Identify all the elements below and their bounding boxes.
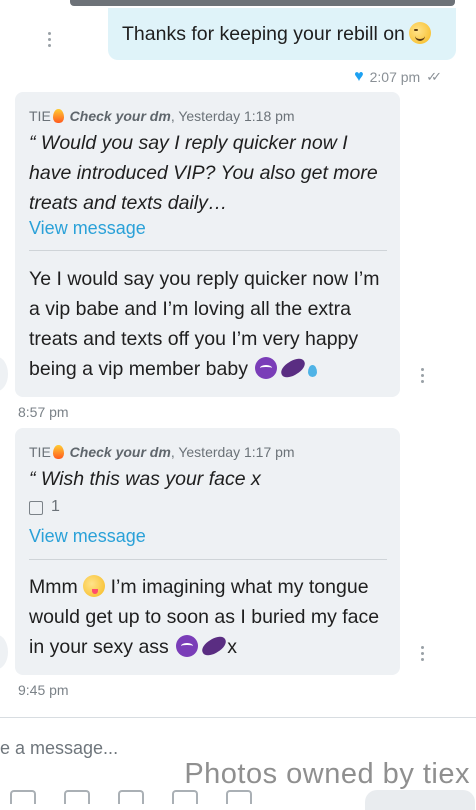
quote-header: TIE Check your dm, Yesterday 1:18 pm: [29, 108, 295, 124]
composer-toolbar: [10, 790, 252, 804]
eggplant-emoji-icon: [199, 633, 229, 659]
sweat-drops-emoji-icon: [308, 365, 318, 377]
more-tool-icon[interactable]: [226, 790, 252, 804]
quote-header: TIE Check your dm, Yesterday 1:17 pm: [29, 444, 295, 460]
reply-text-block: Ye I would say you reply quicker now I’m…: [29, 264, 394, 384]
image-icon: [29, 501, 43, 515]
reply-text-end: x: [227, 636, 237, 658]
quote-tag: Check your dm: [69, 444, 171, 460]
quote-author: TIE: [29, 444, 51, 460]
smiling-devil-emoji-icon: [255, 357, 278, 379]
double-check-icon: ✓✓: [426, 69, 442, 84]
message-options-icon[interactable]: [419, 646, 425, 661]
message-input[interactable]: [0, 736, 476, 760]
eggplant-emoji-icon: [278, 355, 309, 381]
sent-message-options-icon[interactable]: [46, 32, 52, 47]
heart-icon[interactable]: ♥: [354, 68, 364, 86]
divider: [29, 250, 387, 251]
quote-tag: Check your dm: [69, 108, 171, 124]
yum-emoji-icon: [83, 575, 106, 597]
wink-emoji-icon: [408, 22, 431, 44]
sent-message-text-row: Thanks for keeping your rebill on: [122, 22, 431, 46]
divider: [29, 559, 387, 560]
quote-time: , Yesterday 1:17 pm: [170, 444, 295, 460]
quote-time: , Yesterday 1:18 pm: [170, 108, 295, 124]
fire-emoji-icon: [52, 109, 64, 123]
quote-author: TIE: [29, 108, 51, 124]
reply-text: Ye I would say you reply quicker now I’m…: [29, 268, 380, 380]
send-button[interactable]: [365, 790, 475, 810]
view-message-link[interactable]: View message: [29, 526, 146, 547]
message-options-icon[interactable]: [419, 368, 425, 383]
reply-text-block: Mmm I’m imagining what my tongue would g…: [29, 572, 394, 662]
smiling-devil-emoji-icon: [176, 635, 199, 657]
sent-message-text: Thanks for keeping your rebill on: [122, 23, 405, 45]
reply-text-start: Mmm: [29, 576, 78, 598]
media-count: 1: [51, 498, 60, 515]
fire-emoji-icon: [52, 445, 64, 459]
watermark: Photos owned by tiex: [184, 758, 470, 790]
view-message-link[interactable]: View message: [29, 218, 146, 239]
message-bubble: TIE Check your dm, Yesterday 1:17 pm “ W…: [15, 428, 400, 675]
avatar[interactable]: [0, 357, 8, 391]
sent-message-time: 2:07 pm: [369, 69, 421, 85]
quoted-message: “ Would you say I reply quicker now I ha…: [29, 132, 378, 214]
price-tool-icon[interactable]: [64, 790, 90, 804]
message-bubble: TIE Check your dm, Yesterday 1:18 pm “ W…: [15, 92, 400, 397]
avatar[interactable]: [0, 635, 8, 669]
sent-message-meta: ♥ 2:07 pm ✓✓: [354, 68, 442, 86]
message-time: 9:45 pm: [18, 682, 69, 698]
sent-message-bubble: Thanks for keeping your rebill on: [108, 8, 456, 60]
schedule-tool-icon[interactable]: [172, 790, 198, 804]
quoted-message: “ Wish this was your face x: [29, 468, 261, 490]
vault-tool-icon[interactable]: [118, 790, 144, 804]
previous-message-edge: [70, 0, 455, 6]
message-time: 8:57 pm: [18, 404, 69, 420]
media-tool-icon[interactable]: [10, 790, 36, 804]
